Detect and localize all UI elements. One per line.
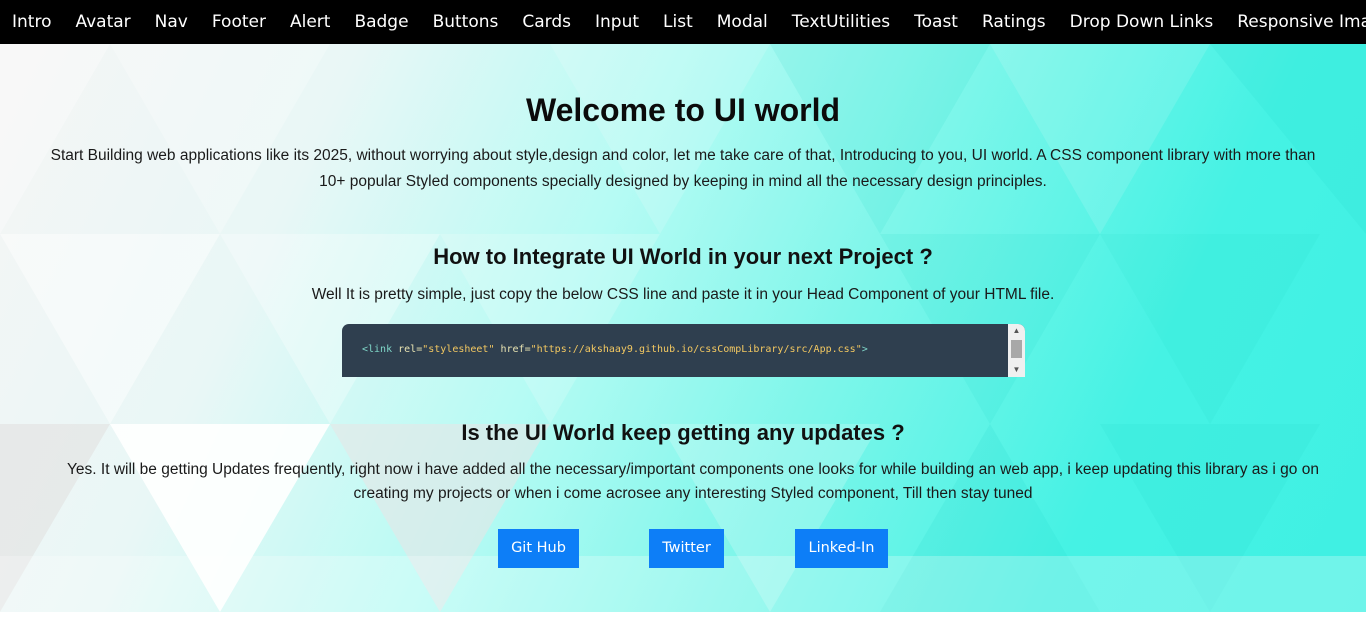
- code-scrollbar[interactable]: ▲ ▼: [1008, 324, 1025, 377]
- nav-link-intro[interactable]: Intro: [0, 0, 63, 44]
- code-attr-rel: rel=: [392, 344, 423, 355]
- code-tag-close: >: [861, 344, 868, 355]
- code-snippet-box[interactable]: <link rel="stylesheet" href="https://aks…: [342, 324, 1025, 377]
- nav-link-footer[interactable]: Footer: [200, 0, 278, 44]
- updates-text: Yes. It will be getting Updates frequent…: [67, 461, 1319, 502]
- nav-link-toast[interactable]: Toast: [902, 0, 970, 44]
- code-line[interactable]: <link rel="stylesheet" href="https://aks…: [362, 344, 868, 355]
- nav-link-textutilities[interactable]: TextUtilities: [780, 0, 902, 44]
- code-value-rel: "stylesheet": [422, 344, 495, 355]
- code-value-href: "https://akshaay9.github.io/cssCompLibra…: [530, 344, 862, 355]
- nav-link-list[interactable]: List: [651, 0, 705, 44]
- top-nav: Intro Avatar Nav Footer Alert Badge Butt…: [0, 0, 1366, 44]
- scroll-down-arrow-icon[interactable]: ▼: [1008, 363, 1025, 377]
- code-attr-href: href=: [494, 344, 531, 355]
- integrate-text: Well It is pretty simple, just copy the …: [311, 286, 1055, 303]
- github-button[interactable]: Git Hub: [498, 529, 579, 568]
- nav-link-ratings[interactable]: Ratings: [970, 0, 1058, 44]
- nav-link-nav[interactable]: Nav: [143, 0, 200, 44]
- nav-link-modal[interactable]: Modal: [705, 0, 780, 44]
- nav-link-cards[interactable]: Cards: [510, 0, 583, 44]
- updates-heading: Is the UI World keep getting any updates…: [461, 420, 905, 445]
- nav-link-responsive-image[interactable]: Responsive Image: [1225, 0, 1366, 44]
- page-title: Welcome to UI world: [525, 92, 841, 128]
- scroll-up-arrow-icon[interactable]: ▲: [1008, 324, 1025, 338]
- hero-section: Welcome to UI world Start Building web a…: [0, 44, 1366, 612]
- scrollbar-thumb[interactable]: [1011, 340, 1022, 358]
- integrate-heading: How to Integrate UI World in your next P…: [433, 244, 933, 269]
- nav-link-buttons[interactable]: Buttons: [421, 0, 511, 44]
- twitter-button[interactable]: Twitter: [649, 529, 724, 568]
- code-tag-open: <link: [362, 344, 393, 355]
- linkedin-button[interactable]: Linked-In: [795, 529, 888, 568]
- hero-content: Welcome to UI world Start Building web a…: [0, 44, 1366, 612]
- intro-paragraph: Start Building web applications like its…: [50, 147, 1316, 190]
- nav-link-badge[interactable]: Badge: [342, 0, 420, 44]
- nav-link-drop-down-links[interactable]: Drop Down Links: [1058, 0, 1226, 44]
- nav-link-alert[interactable]: Alert: [278, 0, 342, 44]
- nav-link-input[interactable]: Input: [583, 0, 651, 44]
- nav-link-avatar[interactable]: Avatar: [63, 0, 142, 44]
